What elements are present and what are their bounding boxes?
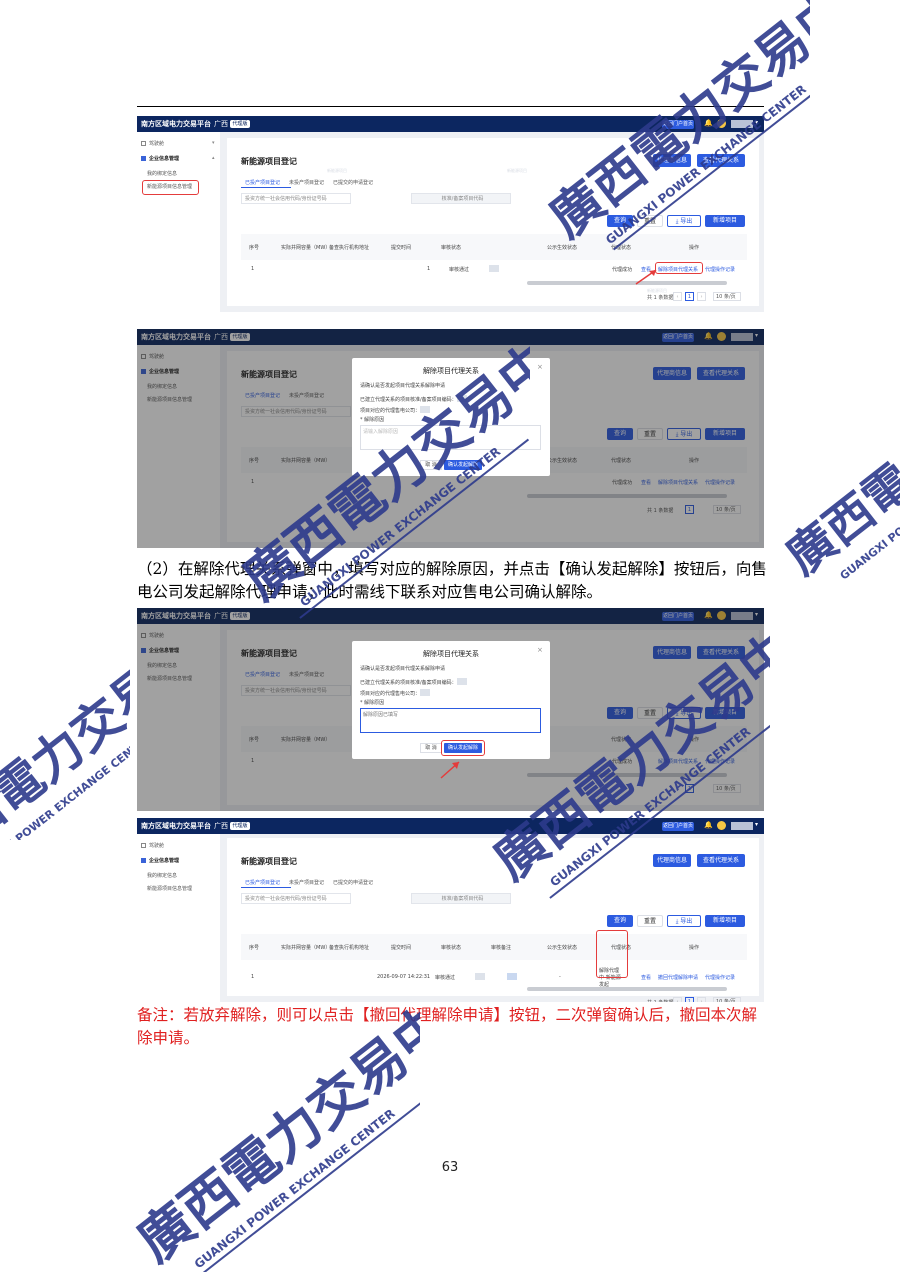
page-title: 新能源项目登记 bbox=[241, 857, 297, 866]
dialog-company-line: 项目对应的代理售电公司： bbox=[360, 688, 431, 697]
seal-stamp-partial: 廣西電力交易中心 GUANGXI POWER EXCHANGE CENTER bbox=[0, 660, 130, 840]
seal-stamp: 廣西電力交易中心 GUANGXI POWER EXCHANGE CENTER bbox=[125, 980, 420, 1272]
env-tag: 代理版 bbox=[230, 822, 250, 830]
col-audit-status: 审核状态 bbox=[441, 245, 462, 251]
project-code-input[interactable]: 核准/备案项目代码 bbox=[411, 193, 511, 204]
seal-name-cn: 廣西電力交易中心 bbox=[776, 440, 900, 586]
prev-page-icon[interactable]: ‹ bbox=[673, 997, 682, 1002]
col-submit-time: 提交时间 bbox=[391, 945, 412, 951]
investor-code-input[interactable]: 投资方统一社会信用代码/身份证号码 bbox=[241, 193, 351, 204]
platform-brand: 南方区域电力交易平台 广西 bbox=[141, 120, 228, 128]
tab-submitted[interactable]: 已提交的申请登记 bbox=[333, 179, 373, 186]
row-publicity: - bbox=[559, 974, 561, 980]
sidebar: 驾驶舱 企业信息管理 我的绑定信息 新能源项目信息管理 bbox=[137, 834, 220, 1002]
col-index: 序号 bbox=[249, 945, 260, 951]
page-1-button[interactable]: 1 bbox=[685, 997, 694, 1002]
cancel-button[interactable]: 取 消 bbox=[420, 743, 442, 753]
enterprise-icon bbox=[141, 156, 146, 161]
tab-commissioned[interactable]: 已投产项目登记 bbox=[245, 179, 280, 186]
row-audit-status: 审核通过 bbox=[435, 975, 456, 981]
tab-submitted[interactable]: 已提交的申请登记 bbox=[333, 879, 373, 886]
col-agency: 备查执行机构地址 bbox=[329, 245, 370, 251]
env-tag: 代理版 bbox=[230, 120, 250, 128]
col-agency: 备查执行机构地址 bbox=[329, 945, 370, 951]
tab-uncommissioned[interactable]: 未投产项目登记 bbox=[289, 879, 324, 886]
tab-commissioned[interactable]: 已投产项目登记 bbox=[245, 879, 280, 886]
enterprise-icon bbox=[141, 858, 146, 863]
seal-stamp: 廣西電力交易中心 GUANGXI POWER EXCHANGE CENTER bbox=[482, 620, 770, 899]
tab-uncommissioned[interactable]: 未投产项目登记 bbox=[289, 179, 324, 186]
chevron-down-icon: ▾ bbox=[212, 140, 215, 146]
tab-underline bbox=[241, 887, 291, 888]
reason-label: * 解除原因 bbox=[360, 700, 385, 706]
seal-stamp: 廣西電力交易中心 GUANGXI POWER EXCHANGE CENTER bbox=[231, 340, 530, 619]
close-icon[interactable]: × bbox=[537, 363, 543, 371]
sidebar-item-enterprise[interactable]: 企业信息管理 bbox=[141, 155, 179, 162]
investor-code-input[interactable]: 投资方统一社会信用代码/身份证号码 bbox=[241, 893, 351, 904]
page-title: 新能源项目登记 bbox=[241, 157, 297, 166]
seal-name-cn: 廣西電力交易中心 bbox=[0, 660, 130, 840]
table-scrollbar[interactable] bbox=[527, 987, 727, 991]
sidebar-item-enterprise[interactable]: 企业信息管理 bbox=[141, 857, 179, 864]
sidebar-item-cockpit[interactable]: 驾驶舱 bbox=[141, 140, 164, 147]
sidebar-item-binding[interactable]: 我的绑定信息 bbox=[147, 872, 177, 879]
table-header: 序号 实际并网容量（MW） 备查执行机构地址 提交时间 审核状态 审核备注 公示… bbox=[241, 934, 747, 960]
col-submit-time: 提交时间 bbox=[391, 245, 412, 251]
watermark: 新能源项目 bbox=[327, 168, 347, 173]
row-audit-status: 审核通过 bbox=[449, 267, 470, 273]
highlight-agency-status bbox=[596, 930, 628, 978]
page-size-select[interactable]: 10 条/页 bbox=[713, 997, 741, 1002]
row-index: 1 bbox=[251, 266, 255, 272]
sidebar-item-cockpit[interactable]: 驾驶舱 bbox=[141, 842, 164, 849]
revoke-release-link[interactable]: 撤回代理解除申请 bbox=[658, 974, 698, 981]
seal-stamp-partial: 廣西電力交易中心 GUANGXI POWER EXCHANGE CENTER bbox=[776, 440, 900, 586]
seal-name-cn: 廣西電力交易中心 bbox=[231, 340, 530, 612]
col-audit-note: 审核备注 bbox=[491, 945, 512, 951]
agency-record-link[interactable]: 代理操作记录 bbox=[705, 974, 735, 981]
platform-brand: 南方区域电力交易平台 广西 bbox=[141, 822, 228, 830]
dashboard-icon bbox=[141, 141, 146, 146]
view-link[interactable]: 查看 bbox=[641, 974, 651, 981]
sidebar: 驾驶舱 ▾ 企业信息管理 ▴ 我的绑定信息 新能源项目信息管理 bbox=[137, 132, 220, 312]
col-capacity: 实际并网容量（MW） bbox=[281, 245, 331, 251]
next-page-icon[interactable]: › bbox=[697, 997, 706, 1002]
pager-total: 共 1 条数据 bbox=[647, 999, 673, 1002]
col-capacity: 实际并网容量（MW） bbox=[281, 945, 331, 951]
sidebar-item-binding[interactable]: 我的绑定信息 bbox=[147, 170, 177, 177]
col-audit-status: 审核状态 bbox=[441, 945, 462, 951]
row-submit: 1 bbox=[427, 266, 431, 272]
col-index: 序号 bbox=[249, 245, 260, 251]
seal-stamp: 廣西電力交易中心 GUANGXI POWER EXCHANGE CENTER bbox=[538, 0, 810, 251]
blurred-cell bbox=[507, 973, 517, 980]
dialog-intro: 请确认是否发起项目代理关系解除申请 bbox=[360, 666, 446, 672]
blurred-cell bbox=[489, 265, 499, 272]
seal-name-cn: 廣西電力交易中心 bbox=[538, 0, 810, 250]
highlight-sidebar bbox=[142, 180, 199, 195]
tab-underline bbox=[241, 187, 291, 188]
col-publicity: 公示生效状态 bbox=[547, 945, 578, 951]
blurred-cell bbox=[475, 973, 485, 980]
sidebar-item-project-mgmt[interactable]: 新能源项目信息管理 bbox=[147, 885, 192, 892]
col-ops: 操作 bbox=[689, 945, 700, 951]
blurred-value bbox=[420, 689, 431, 696]
chevron-up-icon: ▴ bbox=[212, 155, 215, 161]
seal-name-cn: 廣西電力交易中心 bbox=[482, 620, 770, 892]
dashboard-icon bbox=[141, 843, 146, 848]
